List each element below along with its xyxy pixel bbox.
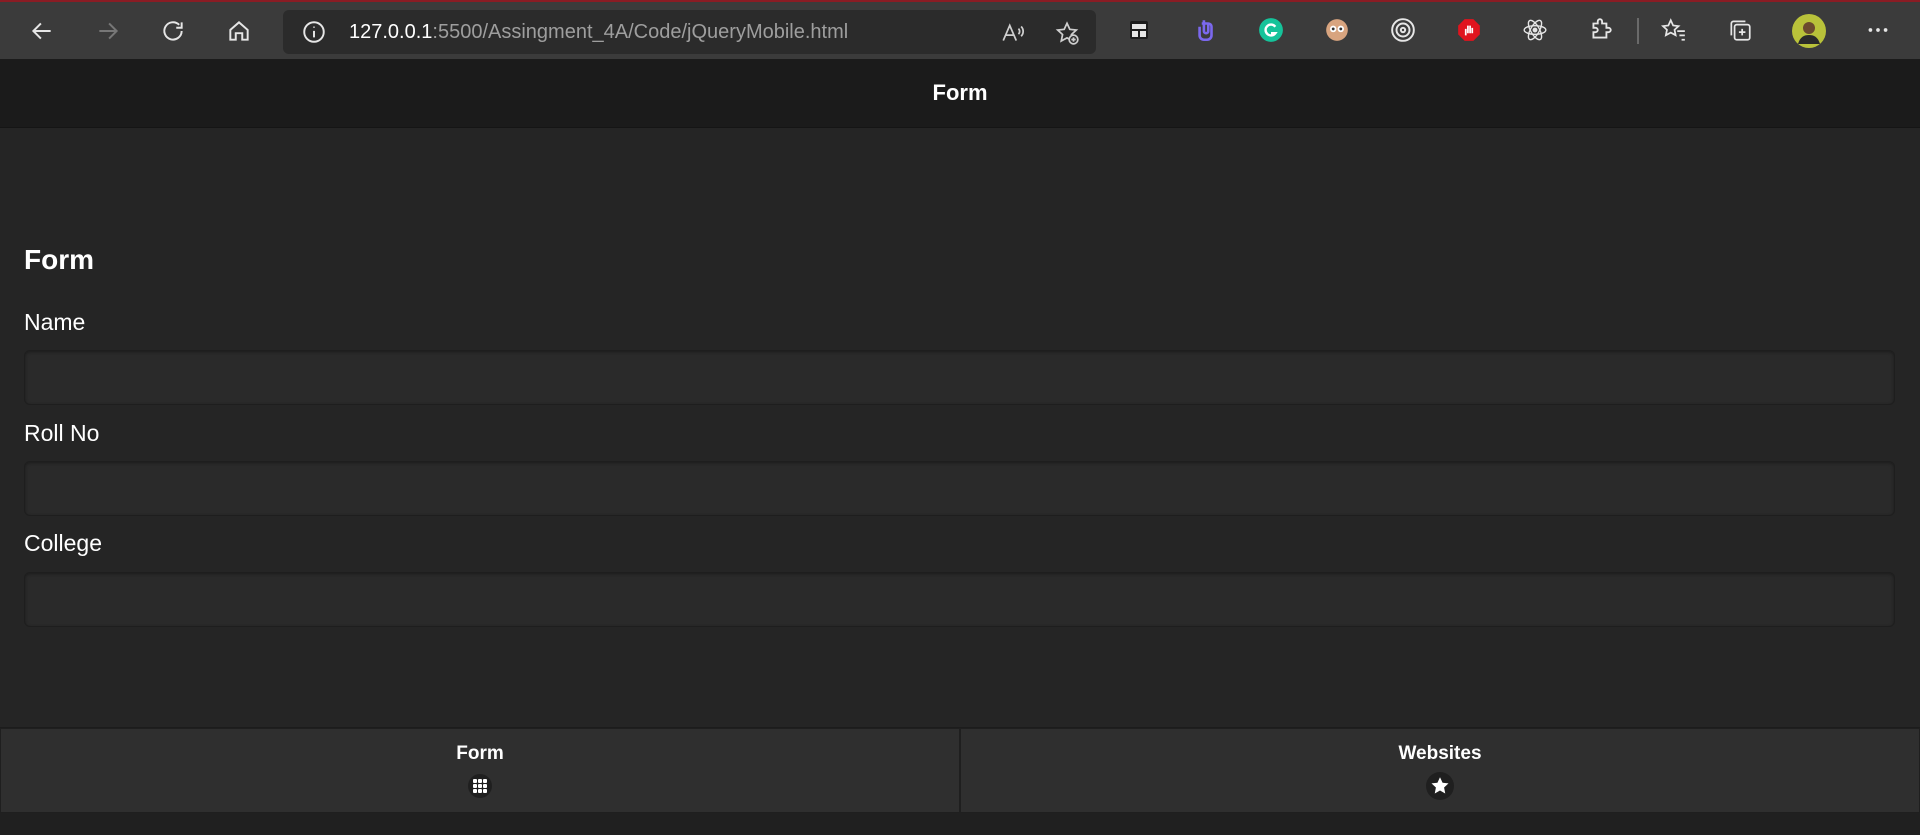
college-input[interactable] [24,572,1895,627]
tab-form-label: Form [456,743,504,764]
extensions-icon[interactable] [1586,15,1616,45]
read-aloud-icon[interactable] [999,19,1027,47]
react-devtools-icon[interactable] [1520,15,1550,45]
college-label: College [24,530,102,556]
url-text[interactable]: 127.0.0.1:5500/Assingment_4A/Code/jQuery… [349,21,848,44]
info-icon[interactable] [301,19,327,45]
owl-ext-icon[interactable] [1322,15,1352,45]
forward-arrow-icon[interactable] [88,12,128,50]
adblock-icon[interactable] [1454,15,1484,45]
page-content: Form Name Roll No College [0,128,1920,728]
refresh-icon[interactable] [153,12,193,50]
form-heading: Form [24,244,94,275]
url-path: :5500/Assingment_4A/Code/jQueryMobile.ht… [432,21,849,43]
profile-avatar[interactable] [1791,13,1827,49]
address-bar[interactable]: 127.0.0.1:5500/Assingment_4A/Code/jQuery… [283,10,1096,54]
tab-websites-label: Websites [1398,743,1482,764]
home-icon[interactable] [219,12,259,50]
bottom-strip [0,813,1920,835]
footer-navbar: Form Websites [0,727,1920,813]
roll-no-input[interactable] [24,461,1895,516]
favorites-icon[interactable] [1659,15,1689,45]
back-arrow-icon[interactable] [22,12,62,50]
toolbar-divider [1637,18,1639,44]
collections-icon[interactable] [1725,15,1755,45]
url-host: 127.0.0.1 [349,21,433,43]
reader-ext-icon[interactable] [1124,15,1154,45]
clipboard-ext-icon[interactable] [1190,15,1220,45]
app-header: Form [0,59,1920,128]
roll-no-label: Roll No [24,420,100,446]
name-input[interactable] [24,350,1895,405]
tab-form[interactable]: Form [0,728,960,813]
header-title: Form [932,80,988,105]
grammarly-icon[interactable] [1256,15,1286,45]
more-icon[interactable] [1863,15,1893,45]
target-ext-icon[interactable] [1388,15,1418,45]
tab-websites[interactable]: Websites [960,728,1920,813]
browser-toolbar: 127.0.0.1:5500/Assingment_4A/Code/jQuery… [0,0,1920,59]
name-label: Name [24,309,86,335]
add-favorite-icon[interactable] [1053,19,1081,47]
grid-icon [466,772,494,800]
star-icon [1426,772,1454,800]
